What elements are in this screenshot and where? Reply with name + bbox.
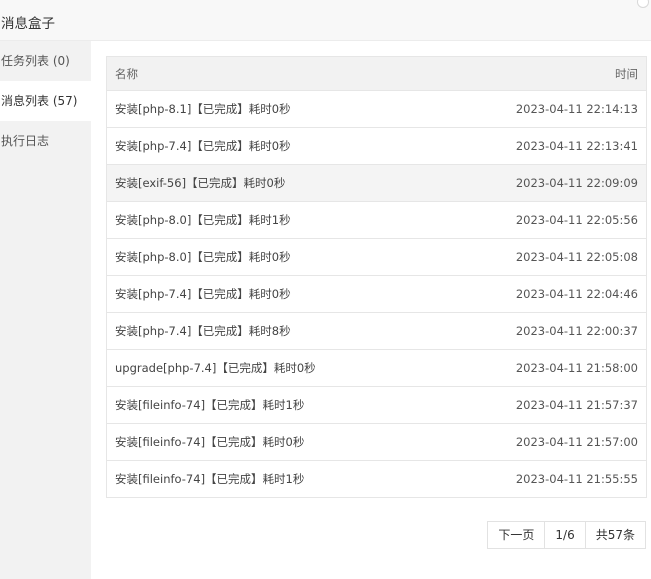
message-time: 2023-04-11 21:57:00 — [446, 423, 647, 461]
message-name: 安装[php-7.4]【已完成】耗时8秒 — [106, 312, 447, 350]
table-row[interactable]: 安装[fileinfo-74]【已完成】耗时0秒 2023-04-11 21:5… — [106, 423, 647, 461]
table-row[interactable]: 安装[php-7.4]【已完成】耗时0秒 2023-04-11 22:13:41 — [106, 127, 647, 165]
message-name: 安装[fileinfo-74]【已完成】耗时1秒 — [106, 386, 447, 424]
message-time: 2023-04-11 22:05:08 — [446, 238, 647, 276]
pagination: 下一页 1/6 共57条 — [487, 521, 646, 549]
column-header-name: 名称 — [106, 56, 447, 91]
window-title: 消息盒子 — [1, 16, 55, 32]
message-name: 安装[php-8.1]【已完成】耗时0秒 — [106, 90, 447, 128]
message-time: 2023-04-11 21:58:00 — [446, 349, 647, 387]
table-header-row: 名称 时间 — [106, 56, 647, 91]
message-name: 安装[php-7.4]【已完成】耗时0秒 — [106, 127, 447, 165]
message-name: 安装[php-7.4]【已完成】耗时0秒 — [106, 275, 447, 313]
message-name: 安装[fileinfo-74]【已完成】耗时1秒 — [106, 460, 447, 498]
message-name: 安装[php-8.0]【已完成】耗时0秒 — [106, 238, 447, 276]
page-indicator: 1/6 — [544, 522, 584, 548]
message-name: upgrade[php-7.4]【已完成】耗时0秒 — [106, 349, 447, 387]
table-row[interactable]: 安装[fileinfo-74]【已完成】耗时1秒 2023-04-11 21:5… — [106, 460, 647, 498]
message-name: 安装[php-8.0]【已完成】耗时1秒 — [106, 201, 447, 239]
table-row[interactable]: 安装[php-8.0]【已完成】耗时1秒 2023-04-11 22:05:56 — [106, 201, 647, 239]
sidebar-item-task-list[interactable]: 任务列表 (0) — [0, 41, 91, 81]
message-time: 2023-04-11 22:00:37 — [446, 312, 647, 350]
table-row[interactable]: upgrade[php-7.4]【已完成】耗时0秒 2023-04-11 21:… — [106, 349, 647, 387]
table-row[interactable]: 安装[php-7.4]【已完成】耗时0秒 2023-04-11 22:04:46 — [106, 275, 647, 313]
message-time: 2023-04-11 22:04:46 — [446, 275, 647, 313]
next-page-button[interactable]: 下一页 — [488, 522, 544, 548]
message-time: 2023-04-11 21:55:55 — [446, 460, 647, 498]
sidebar-item-message-list[interactable]: 消息列表 (57) — [0, 81, 91, 121]
message-name: 安装[exif-56]【已完成】耗时0秒 — [106, 164, 447, 202]
sidebar: 任务列表 (0) 消息列表 (57) 执行日志 — [0, 41, 91, 579]
total-count: 共57条 — [584, 522, 645, 548]
message-time: 2023-04-11 21:57:37 — [446, 386, 647, 424]
table-row[interactable]: 安装[php-7.4]【已完成】耗时8秒 2023-04-11 22:00:37 — [106, 312, 647, 350]
table-row[interactable]: 安装[php-8.1]【已完成】耗时0秒 2023-04-11 22:14:13 — [106, 90, 647, 128]
window-titlebar: 消息盒子 — [0, 0, 651, 41]
message-name: 安装[fileinfo-74]【已完成】耗时0秒 — [106, 423, 447, 461]
sidebar-item-execution-log[interactable]: 执行日志 — [0, 121, 91, 161]
message-time: 2023-04-11 22:13:41 — [446, 127, 647, 165]
message-time: 2023-04-11 22:14:13 — [446, 90, 647, 128]
close-icon[interactable] — [637, 0, 649, 8]
table-row[interactable]: 安装[exif-56]【已完成】耗时0秒 2023-04-11 22:09:09 — [106, 164, 647, 202]
message-time: 2023-04-11 22:05:56 — [446, 201, 647, 239]
column-header-time: 时间 — [446, 56, 647, 91]
table-row[interactable]: 安装[fileinfo-74]【已完成】耗时1秒 2023-04-11 21:5… — [106, 386, 647, 424]
message-table: 名称 时间 安装[php-8.1]【已完成】耗时0秒 2023-04-11 22… — [106, 56, 647, 498]
message-time: 2023-04-11 22:09:09 — [446, 164, 647, 202]
table-row[interactable]: 安装[php-8.0]【已完成】耗时0秒 2023-04-11 22:05:08 — [106, 238, 647, 276]
main-panel: 名称 时间 安装[php-8.1]【已完成】耗时0秒 2023-04-11 22… — [91, 41, 651, 579]
